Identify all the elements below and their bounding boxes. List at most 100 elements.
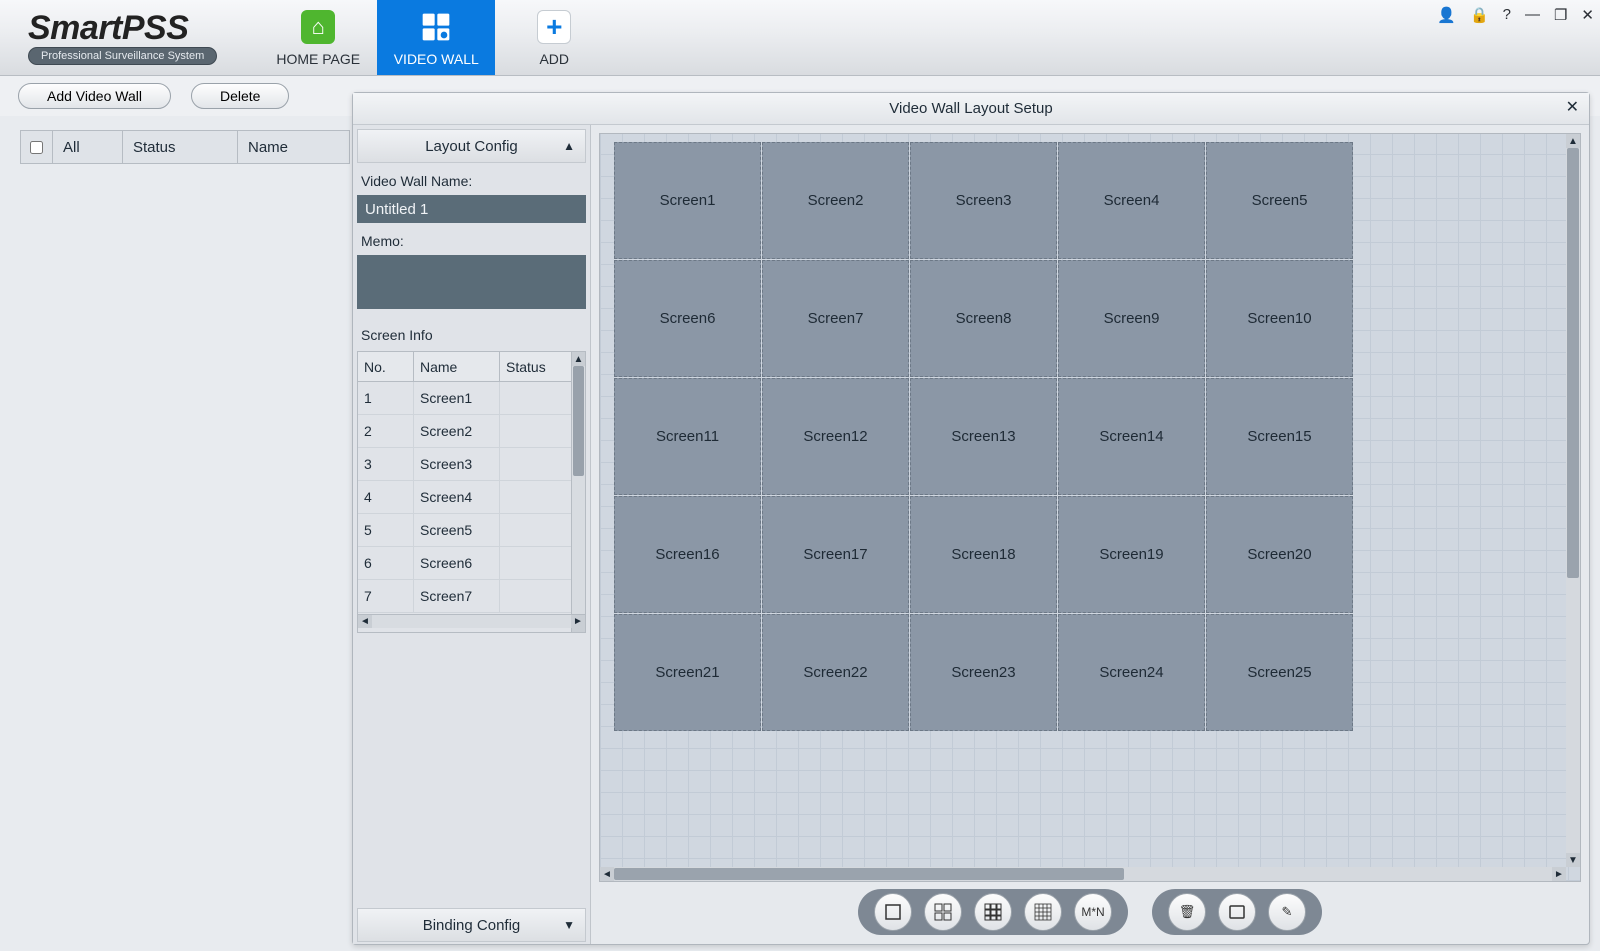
edit-icon: ✎	[1282, 904, 1293, 920]
table-row[interactable]: 5 Screen5	[358, 514, 585, 547]
scroll-left-icon[interactable]: ◄	[358, 615, 372, 628]
table-row[interactable]: 4 Screen4	[358, 481, 585, 514]
scroll-thumb[interactable]	[573, 366, 584, 476]
layout-toolbar: M*N 🗑 ✎	[599, 888, 1581, 936]
screen-tile[interactable]: Screen22	[762, 614, 909, 731]
merge-button[interactable]	[1218, 893, 1256, 931]
cell-name: Screen2	[414, 415, 500, 447]
layout-config-header[interactable]: Layout Config ▲	[357, 129, 586, 163]
dialog-close-button[interactable]: ✕	[1566, 97, 1579, 117]
split-mxn-button[interactable]: M*N	[1074, 893, 1112, 931]
canvas-hscrollbar[interactable]: ◄ ►	[600, 867, 1566, 881]
maximize-button[interactable]: ❐	[1554, 6, 1567, 24]
screen-tile[interactable]: Screen23	[910, 614, 1057, 731]
split-1x1-button[interactable]	[874, 893, 912, 931]
binding-config-header[interactable]: Binding Config ▼	[357, 908, 586, 942]
delete-button[interactable]: Delete	[191, 83, 289, 109]
canvas-vscrollbar[interactable]: ▲ ▼	[1566, 134, 1580, 867]
screen-tile[interactable]: Screen21	[614, 614, 761, 731]
screen-tile[interactable]: Screen11	[614, 378, 761, 495]
plus-icon: +	[536, 9, 572, 45]
edit-button[interactable]: ✎	[1268, 893, 1306, 931]
lock-icon[interactable]: 🔒	[1470, 6, 1489, 24]
window-controls: 👤 🔒 ? — ❐ ✕	[1437, 6, 1594, 24]
cell-no: 2	[358, 415, 414, 447]
tab-add[interactable]: + ADD	[495, 0, 613, 75]
screen-tile[interactable]: Screen14	[1058, 378, 1205, 495]
canvas-scroll-left-icon[interactable]: ◄	[600, 867, 614, 881]
col-all: All	[53, 131, 123, 163]
memo-input[interactable]	[357, 255, 586, 309]
app-subtitle: Professional Surveillance System	[28, 47, 217, 65]
dialog-title: Video Wall Layout Setup	[889, 100, 1052, 117]
screen-tile[interactable]: Screen7	[762, 260, 909, 377]
table-row[interactable]: 1 Screen1	[358, 382, 585, 415]
main-tabs: ⌂ HOME PAGE VIDEO WALL + ADD	[259, 0, 613, 75]
close-button[interactable]: ✕	[1581, 6, 1594, 24]
screen-tile[interactable]: Screen5	[1206, 142, 1353, 259]
split-4x4-button[interactable]	[1024, 893, 1062, 931]
split-2x2-button[interactable]	[924, 893, 962, 931]
screen-tile[interactable]: Screen6	[614, 260, 761, 377]
left-panel: All Status Name	[20, 130, 350, 164]
col-name: Name	[238, 131, 349, 163]
split-3x3-button[interactable]	[974, 893, 1012, 931]
app-title: SmartPSS	[28, 11, 188, 45]
table-row[interactable]: 2 Screen2	[358, 415, 585, 448]
tab-video-wall[interactable]: VIDEO WALL	[377, 0, 495, 75]
title-bar: SmartPSS Professional Surveillance Syste…	[0, 0, 1600, 76]
screen-tile[interactable]: Screen17	[762, 496, 909, 613]
screen-tile[interactable]: Screen4	[1058, 142, 1205, 259]
cell-no: 4	[358, 481, 414, 513]
split-group: M*N	[858, 889, 1128, 935]
screen-table-vscrollbar[interactable]: ▲ ▼	[571, 352, 585, 632]
scroll-right-icon[interactable]: ►	[571, 615, 585, 628]
screen-tile[interactable]: Screen25	[1206, 614, 1353, 731]
cell-no: 3	[358, 448, 414, 480]
table-row[interactable]: 6 Screen6	[358, 547, 585, 580]
select-all-checkbox[interactable]	[21, 131, 53, 163]
screen-tile[interactable]: Screen19	[1058, 496, 1205, 613]
cell-no: 5	[358, 514, 414, 546]
table-row[interactable]: 7 Screen7	[358, 580, 585, 613]
delete-screen-button[interactable]: 🗑	[1168, 893, 1206, 931]
screen-info-table: No. Name Status 1 Screen1 2 Screen2 3 Sc…	[357, 351, 586, 633]
canvas-hscroll-thumb[interactable]	[614, 868, 1124, 880]
cell-no: 6	[358, 547, 414, 579]
cell-no: 1	[358, 382, 414, 414]
canvas-vscroll-thumb[interactable]	[1567, 148, 1579, 578]
action-group: 🗑 ✎	[1152, 889, 1322, 935]
screen-tile[interactable]: Screen12	[762, 378, 909, 495]
cell-name: Screen5	[414, 514, 500, 546]
help-icon[interactable]: ?	[1503, 6, 1511, 24]
screen-tile[interactable]: Screen3	[910, 142, 1057, 259]
minimize-button[interactable]: —	[1525, 6, 1540, 24]
canvas-scroll-down-icon[interactable]: ▼	[1566, 853, 1580, 867]
screen-tile[interactable]: Screen20	[1206, 496, 1353, 613]
user-icon[interactable]: 👤	[1437, 6, 1456, 24]
screen-tile[interactable]: Screen15	[1206, 378, 1353, 495]
add-video-wall-button[interactable]: Add Video Wall	[18, 83, 171, 109]
screen-tile[interactable]: Screen10	[1206, 260, 1353, 377]
trash-icon: 🗑	[1179, 904, 1196, 920]
screen-tile[interactable]: Screen16	[614, 496, 761, 613]
scroll-up-icon[interactable]: ▲	[572, 352, 585, 366]
screen-tile[interactable]: Screen24	[1058, 614, 1205, 731]
canvas-scroll-up-icon[interactable]: ▲	[1566, 134, 1580, 148]
screen-table-hscrollbar[interactable]: ◄ ►	[358, 614, 585, 628]
dialog-title-bar: Video Wall Layout Setup ✕	[353, 93, 1589, 125]
screen-tile[interactable]: Screen8	[910, 260, 1057, 377]
screen-tile[interactable]: Screen1	[614, 142, 761, 259]
table-row[interactable]: 3 Screen3	[358, 448, 585, 481]
screen-tile[interactable]: Screen9	[1058, 260, 1205, 377]
canvas-scroll-right-icon[interactable]: ►	[1552, 867, 1566, 881]
tab-home-page[interactable]: ⌂ HOME PAGE	[259, 0, 377, 75]
screen-tile[interactable]: Screen18	[910, 496, 1057, 613]
screen-tile[interactable]: Screen2	[762, 142, 909, 259]
layout-setup-dialog: Video Wall Layout Setup ✕ Layout Config …	[352, 92, 1590, 945]
screen-tile[interactable]: Screen13	[910, 378, 1057, 495]
tab-add-label: ADD	[539, 51, 569, 67]
layout-canvas[interactable]: Screen1Screen2Screen3Screen4Screen5Scree…	[599, 133, 1581, 882]
video-wall-name-input[interactable]	[357, 195, 586, 223]
layout-config-label: Layout Config	[425, 138, 518, 155]
